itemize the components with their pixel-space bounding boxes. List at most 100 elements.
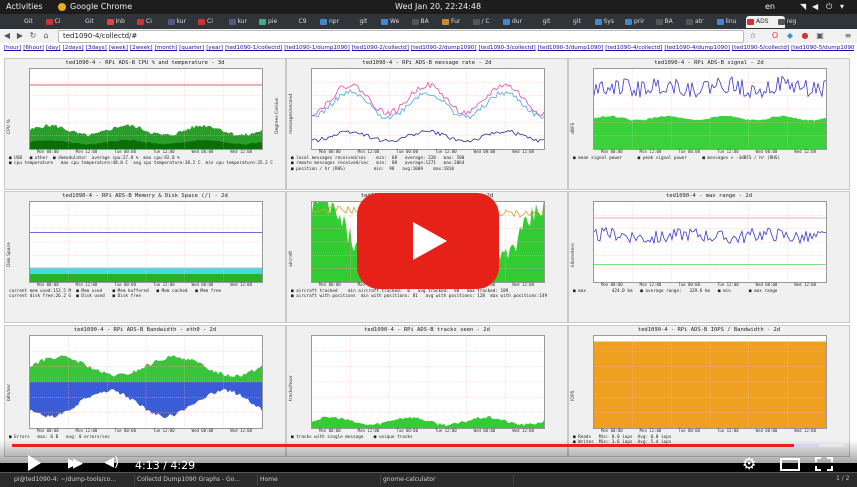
range-link[interactable]: [month] (155, 45, 178, 51)
power-icon[interactable]: ⏻ (826, 0, 832, 14)
range-link[interactable]: [3days] (86, 45, 107, 51)
extension-icon[interactable]: ◆ (785, 31, 795, 41)
tab-favicon-icon (106, 19, 114, 25)
dropdown-icon[interactable]: ▾ (840, 0, 844, 14)
range-link[interactable]: [ted1090-1/dump1090] (284, 45, 350, 51)
graph-panel[interactable]: ted1090-4 - RPi ADS-B signal - 2d dBFS Mon… (568, 58, 850, 190)
range-link[interactable]: [6hour] (23, 45, 44, 51)
graph-plot-area (29, 68, 263, 150)
tab-favicon-icon (76, 19, 83, 25)
graph-panel[interactable]: ted1090-4 - RPi ADS-B CPU % and temperat… (4, 58, 286, 190)
graph-panel[interactable]: ted1090-4 - max range - 2d kilometers Mon … (568, 191, 850, 323)
network-icon[interactable]: ◥ (800, 0, 806, 14)
x-tick-label: Wed 12:00 (512, 282, 535, 287)
tab-label: Ci (146, 18, 152, 25)
x-tick-label: Tue 12:00 (153, 149, 175, 154)
play-icon[interactable] (28, 455, 41, 471)
tab-favicon-icon (381, 19, 388, 25)
range-link[interactable]: [ted1090-5/collectd] (732, 45, 789, 51)
address-bar[interactable]: ted1090-4/collectd/# (58, 30, 744, 43)
tab-label: Sys (603, 18, 615, 25)
x-tick-label: Tue 12:00 (717, 428, 739, 433)
graph-legend: ■ local messages received/sec min: 68 av… (291, 156, 465, 172)
range-link[interactable]: [ted1090-5/dump1090] (791, 45, 854, 51)
graph-y-label: kilometers (571, 243, 576, 267)
tab-label: git (359, 18, 368, 25)
graph-panel[interactable]: ted1090-4 - RPi ADS-B Bandwidth - eth0 -… (4, 325, 286, 457)
next-icon[interactable]: ▶▶ (68, 456, 83, 471)
x-tick-label: Wed 00:00 (473, 428, 496, 433)
tab-favicon-icon (442, 19, 449, 25)
app-menu[interactable]: Google Chrome (70, 0, 132, 14)
taskbar-window[interactable]: gnome-calculator (371, 475, 514, 485)
range-link[interactable]: [hour] (4, 45, 21, 51)
x-tick-label: Wed 00:00 (191, 282, 214, 287)
range-link[interactable]: [2week] (130, 45, 153, 51)
range-link[interactable]: [ted1090-3/dump1090] (538, 45, 604, 51)
graph-panel[interactable]: ted1090-4 - RPi ADS-B message rate - 2d m… (286, 58, 568, 190)
opera-extension-icon[interactable]: O (770, 31, 780, 41)
menu-icon[interactable]: ≡ (843, 31, 853, 41)
range-link[interactable]: [day] (46, 45, 61, 51)
x-tick-label: Tue 12:00 (435, 149, 457, 154)
tab-favicon-icon (350, 19, 358, 25)
tab-label: linu (725, 18, 737, 25)
graph-title: ted1090-4 - RPi ADS-B Bandwidth - eth0 -… (73, 327, 217, 333)
workspace-pager[interactable]: 1 / 2 (836, 475, 849, 482)
range-link[interactable]: [ted1090-2/collectd] (352, 45, 409, 51)
tab-label: dur (512, 18, 523, 25)
back-icon[interactable]: ◀ (2, 31, 12, 41)
tab-label: git (542, 18, 551, 25)
x-tick-label: Mon 12:00 (357, 428, 380, 433)
taskbar-window[interactable]: Home (248, 475, 381, 485)
tab-label: Ci (207, 18, 213, 25)
browser-tab[interactable]: reg (777, 16, 816, 28)
graph-plot-area (593, 335, 827, 429)
graph-plot-area (311, 68, 545, 150)
tab-favicon-icon (259, 19, 266, 25)
graph-title: ted1090-4 - RPi ADS-B Memory & Disk Spac… (62, 193, 228, 199)
tab-favicon-icon (472, 19, 480, 25)
range-link[interactable]: [ted1090-3/collectd] (479, 45, 536, 51)
theater-mode-icon[interactable] (780, 458, 800, 471)
range-link[interactable]: [ted1090-4/dump1090] (664, 45, 730, 51)
graph-title: ted1090-4 - RPi ADS-B IOPS / Bandwidth -… (637, 327, 781, 333)
volume-button-icon[interactable]: ◀) (104, 455, 119, 470)
range-link[interactable]: [ted1090-4/collectd] (605, 45, 662, 51)
clock[interactable]: Wed Jan 20, 22:24:48 (395, 0, 481, 14)
fullscreen-icon[interactable] (815, 456, 833, 471)
taskbar-window[interactable]: Collectd Dump1090 Graphs - Go... (125, 475, 258, 485)
x-tick-label: Wed 12:00 (230, 428, 253, 433)
range-link[interactable]: [quarter] (179, 45, 204, 51)
graph-panel[interactable]: ted1090-4 - RPi ADS-B IOPS / Bandwidth -… (568, 325, 850, 457)
tab-favicon-icon (137, 19, 144, 25)
language-indicator[interactable]: en (765, 0, 775, 14)
graph-panel[interactable]: ted1090-4 - RPi ADS-B Memory & Disk Spac… (4, 191, 286, 323)
range-link[interactable]: [week] (109, 45, 128, 51)
graph-legend: current mem used:152.5 M ■ Mem used ■ Me… (9, 289, 222, 300)
bookmark-star-icon[interactable]: ☆ (748, 31, 758, 41)
range-link[interactable]: [2days] (63, 45, 84, 51)
tab-label: ADS (756, 18, 769, 25)
range-link[interactable]: [ted1090-2/dump1090] (411, 45, 477, 51)
tab-label: kur (237, 18, 248, 25)
graph-title: ted1090-4 - max range - 2d (665, 193, 753, 199)
settings-gear-icon[interactable]: ⚙ (742, 454, 756, 473)
adblock-icon[interactable]: ● (800, 31, 810, 41)
volume-icon[interactable]: ◀ (812, 0, 818, 14)
x-tick-label: Wed 00:00 (755, 282, 778, 287)
range-link[interactable]: [ted1090-1/collectd] (225, 45, 282, 51)
tab-favicon-icon (15, 19, 22, 25)
taskbar-window[interactable]: pi@ted1090-4: ~/dump-tools/co... (2, 475, 135, 485)
pocket-icon[interactable]: ▣ (815, 31, 825, 41)
reload-icon[interactable]: ↻ (28, 31, 38, 41)
activities-button[interactable]: Activities (6, 0, 43, 14)
tab-label: prir (634, 18, 645, 25)
forward-icon[interactable]: ▶ (15, 31, 25, 41)
time-range-links: [hour] [6hour] [day] [2days] [3days] [week] [2… (4, 45, 854, 51)
tab-label: / C (481, 18, 490, 25)
tab-label: kur (176, 18, 187, 25)
range-link[interactable]: [year] (206, 45, 223, 51)
graph-panel[interactable]: ted1090-4 - RPi ADS-B tracks seen - 2d tr… (286, 325, 568, 457)
home-icon[interactable]: ⌂ (41, 31, 51, 41)
